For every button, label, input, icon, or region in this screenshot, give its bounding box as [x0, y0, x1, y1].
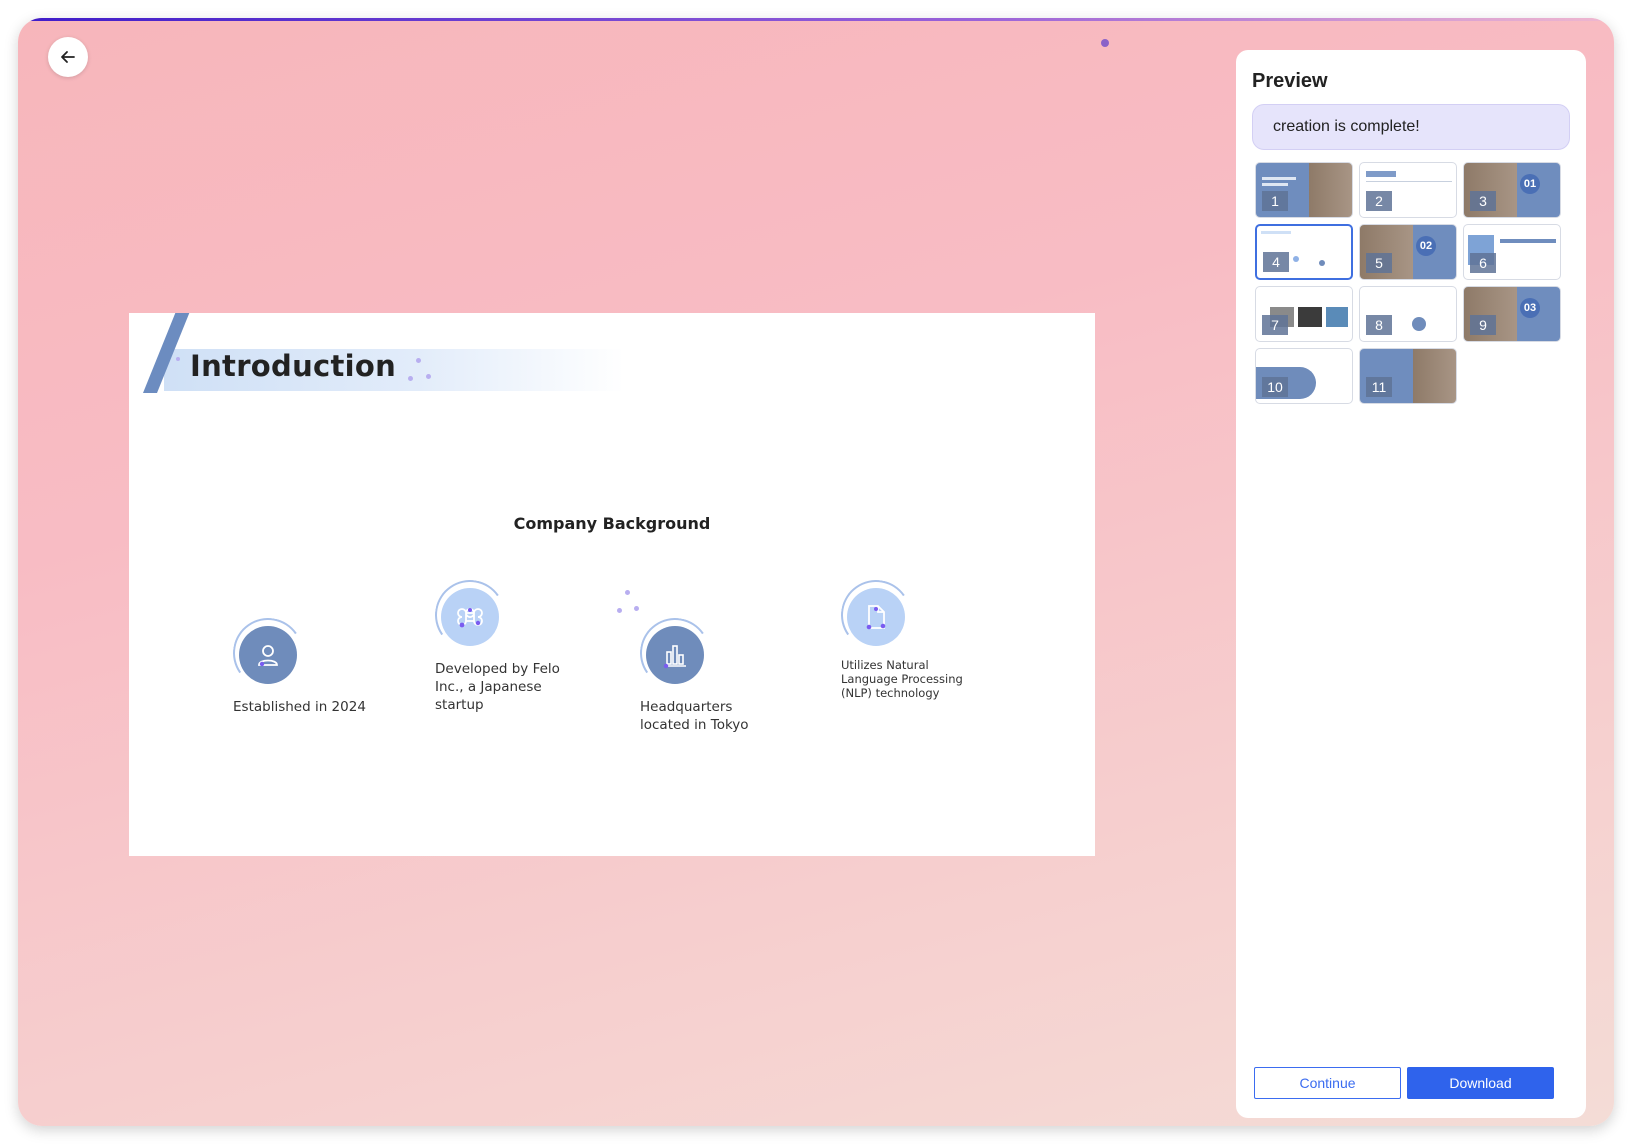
app-window: Introduction Company Background Establis… [18, 18, 1614, 1126]
preview-panel: Preview creation is complete! 1 2 01 3 4… [1236, 50, 1586, 1118]
section-badge: 03 [1520, 298, 1540, 318]
thumb-title-band [1261, 231, 1291, 234]
decorative-dot [176, 357, 180, 361]
decorative-dot [416, 358, 421, 363]
feature-item: Headquarters located in Tokyo [634, 612, 796, 734]
decorative-dot [625, 590, 630, 595]
thumbnail-number: 11 [1366, 377, 1392, 397]
slide-subtitle: Company Background [513, 514, 711, 533]
feature-label: Utilizes Natural Language Processing (NL… [841, 658, 963, 700]
thumbnail-number: 4 [1263, 252, 1289, 272]
thumbnail-number: 3 [1470, 191, 1496, 211]
feature-icon-circle [441, 588, 499, 646]
decorative-dot [634, 606, 639, 611]
feature-item: Utilizes Natural Language Processing (NL… [835, 574, 997, 700]
decorative-dot [617, 608, 622, 613]
feature-icon-circle [239, 626, 297, 684]
slide-thumbnail[interactable]: 6 [1463, 224, 1561, 280]
thumbnail-number: 2 [1366, 191, 1392, 211]
feature-label: Headquarters located in Tokyo [640, 699, 749, 733]
feature-icon-circle [847, 588, 905, 646]
panel-title: Preview [1252, 70, 1328, 92]
slide-thumbnail[interactable]: 2 [1359, 162, 1457, 218]
slide-title: Introduction [190, 349, 397, 383]
slide-thumbnail[interactable]: 03 9 [1463, 286, 1561, 342]
slide-thumbnail[interactable]: 02 5 [1359, 224, 1457, 280]
section-badge: 02 [1416, 236, 1436, 256]
continue-button[interactable]: Continue [1254, 1067, 1401, 1099]
decorative-dot [1101, 39, 1109, 47]
action-buttons: Continue Download [1254, 1067, 1554, 1099]
thumbnail-number: 10 [1262, 377, 1288, 397]
thumbnail-number: 7 [1262, 315, 1288, 335]
decorative-dot [408, 376, 413, 381]
slide-thumbnail[interactable]: 7 [1255, 286, 1353, 342]
thumb-text-line [1262, 177, 1296, 180]
back-button[interactable] [48, 37, 88, 77]
thumbnail-number: 6 [1470, 253, 1496, 273]
thumbnail-number: 1 [1262, 191, 1288, 211]
thumb-divider [1366, 181, 1452, 182]
thumb-dot [1319, 260, 1325, 266]
thumb-text-line [1262, 183, 1288, 186]
status-message: creation is complete! [1252, 104, 1570, 150]
thumb-header [1366, 171, 1396, 177]
progress-line [18, 18, 1614, 21]
thumbnail-number: 9 [1470, 315, 1496, 335]
decorative-dot [426, 374, 431, 379]
feature-icon-circle [646, 626, 704, 684]
slide-thumbnail[interactable]: 01 3 [1463, 162, 1561, 218]
bar-chart-icon [663, 645, 686, 669]
section-badge: 01 [1520, 174, 1540, 194]
feature-item: Developed by Felo Inc., a Japanese start… [429, 574, 591, 714]
slide-thumbnail[interactable]: 4 [1255, 224, 1353, 280]
command-icon [457, 608, 483, 628]
feature-label: Established in 2024 [233, 699, 366, 715]
thumb-dot [1293, 256, 1299, 262]
thumb-image [1326, 307, 1348, 327]
thumbnail-grid: 1 2 01 3 4 02 5 6 7 8 03 9 10 11 [1255, 162, 1561, 404]
slide-thumbnail[interactable]: 1 [1255, 162, 1353, 218]
arrow-left-icon [61, 51, 75, 63]
document-icon [866, 605, 886, 630]
slide-canvas: Introduction Company Background Establis… [129, 313, 1095, 856]
feature-label: Developed by Felo Inc., a Japanese start… [435, 661, 560, 713]
thumbnail-number: 8 [1366, 315, 1392, 335]
thumb-header [1500, 239, 1556, 243]
slide-thumbnail[interactable]: 11 [1359, 348, 1457, 404]
feature-item: Established in 2024 [227, 612, 389, 716]
thumb-dot [1412, 317, 1426, 331]
thumb-image [1298, 307, 1322, 327]
thumbnail-number: 5 [1366, 253, 1392, 273]
slide-thumbnail[interactable]: 8 [1359, 286, 1457, 342]
user-icon [258, 645, 278, 667]
slide-thumbnail[interactable]: 10 [1255, 348, 1353, 404]
download-button[interactable]: Download [1407, 1067, 1554, 1099]
